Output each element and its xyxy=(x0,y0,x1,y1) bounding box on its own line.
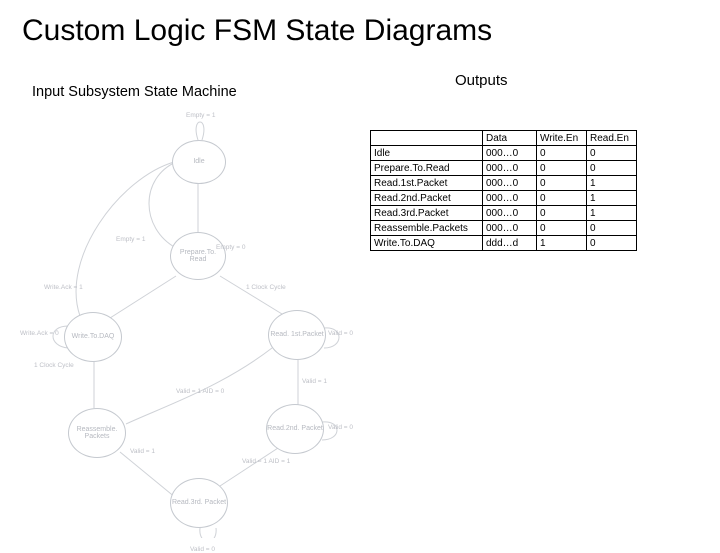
cell-ren: 1 xyxy=(587,206,637,221)
cell-state: Read.3rd.Packet xyxy=(371,206,483,221)
state-read-2nd-packet: Read.2nd. Packet xyxy=(266,404,324,454)
state-prepare-to-read: Prepare.To. Read xyxy=(170,232,226,280)
subtitle-input-subsystem: Input Subsystem State Machine xyxy=(32,84,237,100)
cell-state: Read.2nd.Packet xyxy=(371,191,483,206)
cell-data: 000…0 xyxy=(483,206,537,221)
state-reassemble-packets: Reassemble. Packets xyxy=(68,408,126,458)
col-header-data: Data xyxy=(483,131,537,146)
edge-valid0c: Valid = 0 xyxy=(190,546,215,553)
cell-data: 000…0 xyxy=(483,161,537,176)
state-idle: Idle xyxy=(172,140,226,184)
cell-ren: 0 xyxy=(587,221,637,236)
subtitle-outputs: Outputs xyxy=(455,72,508,89)
cell-ren: 1 xyxy=(587,176,637,191)
state-read-1st-packet: Read. 1st.Packet xyxy=(268,310,326,360)
cell-state: Prepare.To.Read xyxy=(371,161,483,176)
table-row: Read.3rd.Packet 000…0 0 1 xyxy=(371,206,637,221)
edge-wack1: Write.Ack = 1 xyxy=(44,284,83,291)
edge-valid0a: Valid = 0 xyxy=(328,330,353,337)
cell-ren: 0 xyxy=(587,236,637,251)
outputs-table: Data Write.En Read.En Idle 000…0 0 0 Pre… xyxy=(370,130,637,251)
cell-data: 000…0 xyxy=(483,221,537,236)
edge-valid1d: Valid = 1 AID = 0 xyxy=(176,388,224,395)
table-row: Write.To.DAQ ddd…d 1 0 xyxy=(371,236,637,251)
table-row: Reassemble.Packets 000…0 0 0 xyxy=(371,221,637,236)
edge-empty0: Empty = 0 xyxy=(216,244,245,251)
cell-wen: 0 xyxy=(537,146,587,161)
cell-wen: 0 xyxy=(537,191,587,206)
table-row: Idle 000…0 0 0 xyxy=(371,146,637,161)
fsm-diagram: Idle Prepare.To. Read Write.To.DAQ Read.… xyxy=(20,108,380,528)
cell-data: 000…0 xyxy=(483,191,537,206)
cell-wen: 0 xyxy=(537,221,587,236)
cell-ren: 1 xyxy=(587,191,637,206)
cell-wen: 1 xyxy=(537,236,587,251)
table-row: Read.2nd.Packet 000…0 0 1 xyxy=(371,191,637,206)
cell-data: 000…0 xyxy=(483,146,537,161)
edge-one-cycle-b: 1 Clock Cycle xyxy=(34,362,74,369)
state-read-3rd-packet: Read.3rd. Packet xyxy=(170,478,228,528)
table-header-row: Data Write.En Read.En xyxy=(371,131,637,146)
cell-ren: 0 xyxy=(587,146,637,161)
cell-wen: 0 xyxy=(537,161,587,176)
edge-wack0: Write.Ack = 0 xyxy=(20,330,59,337)
edge-empty1: Empty = 1 xyxy=(186,112,215,119)
col-header-state xyxy=(371,131,483,146)
slide-title: Custom Logic FSM State Diagrams xyxy=(0,0,720,48)
state-write-to-daq: Write.To.DAQ xyxy=(64,312,122,362)
edge-valid1b: Valid = 1 xyxy=(130,448,155,455)
edge-one-cycle-a: 1 Clock Cycle xyxy=(246,284,286,291)
cell-state: Write.To.DAQ xyxy=(371,236,483,251)
edge-valid1c: Valid = 1 AID = 1 xyxy=(242,458,290,465)
cell-data: 000…0 xyxy=(483,176,537,191)
edge-valid0b: Valid = 0 xyxy=(328,424,353,431)
table-row: Read.1st.Packet 000…0 0 1 xyxy=(371,176,637,191)
edge-empty1b: Empty = 1 xyxy=(116,236,145,243)
cell-data: ddd…d xyxy=(483,236,537,251)
cell-state: Read.1st.Packet xyxy=(371,176,483,191)
cell-wen: 0 xyxy=(537,176,587,191)
cell-wen: 0 xyxy=(537,206,587,221)
cell-ren: 0 xyxy=(587,161,637,176)
cell-state: Reassemble.Packets xyxy=(371,221,483,236)
table-row: Prepare.To.Read 000…0 0 0 xyxy=(371,161,637,176)
edge-valid1a: Valid = 1 xyxy=(302,378,327,385)
col-header-writeen: Write.En xyxy=(537,131,587,146)
col-header-readen: Read.En xyxy=(587,131,637,146)
cell-state: Idle xyxy=(371,146,483,161)
